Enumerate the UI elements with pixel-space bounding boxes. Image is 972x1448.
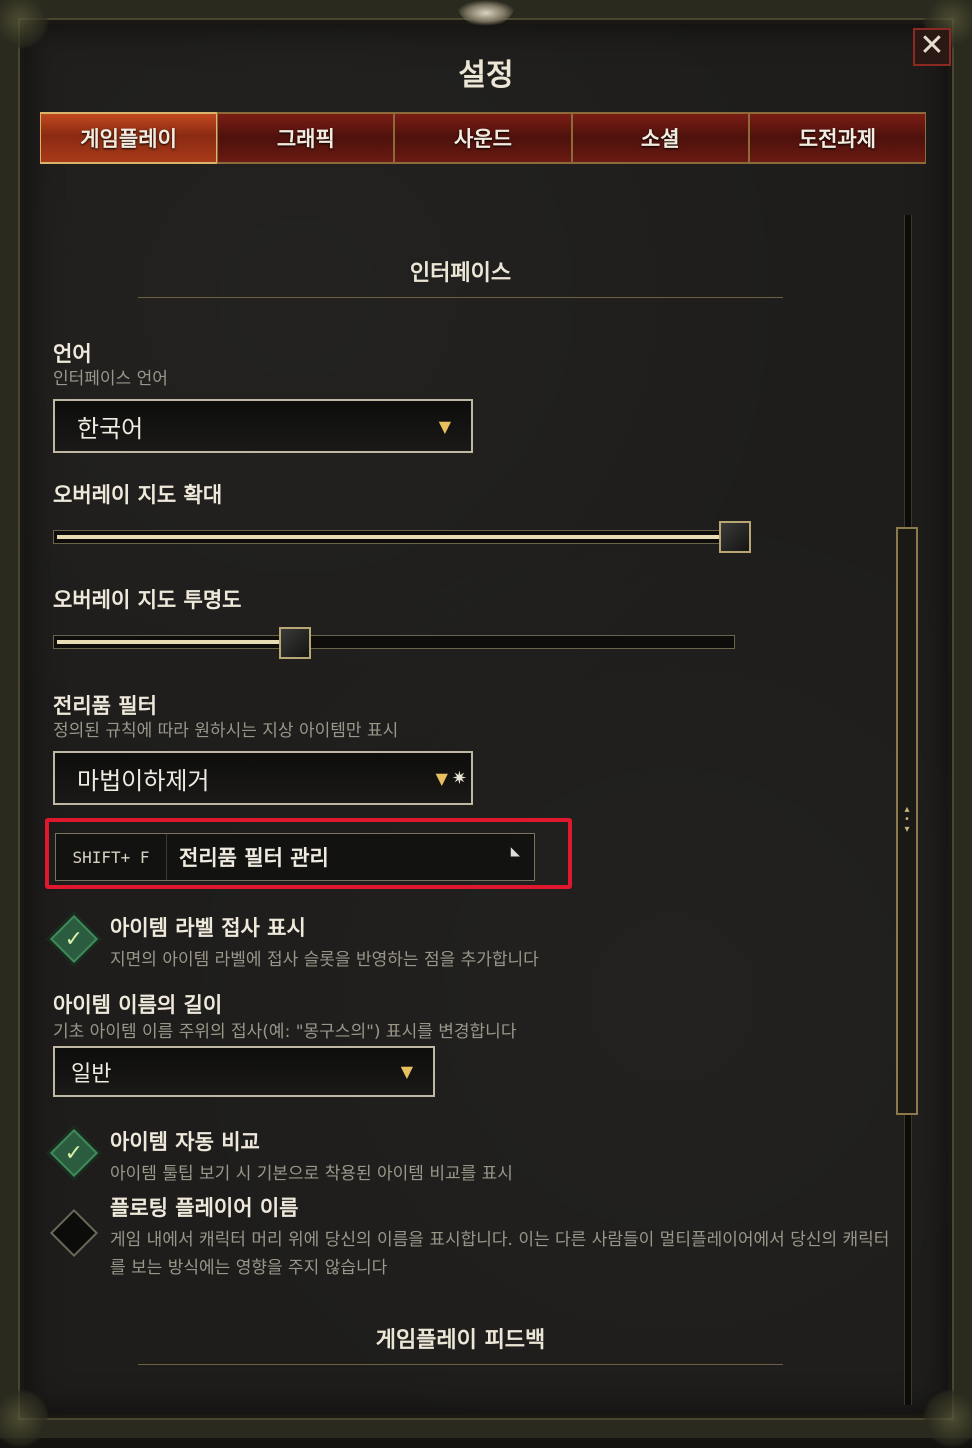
overlay-zoom-label: 오버레이 지도 확대	[53, 483, 223, 507]
item-name-length-label: 아이템 이름의 길이	[53, 993, 223, 1017]
check-icon: ✓	[64, 1140, 84, 1166]
loot-filter-value: 마법이하제거	[77, 766, 210, 795]
check-icon: ✓	[64, 926, 84, 952]
scrollbar-grip-icon: ▴ • ▾	[904, 804, 910, 835]
tab-social[interactable]: 소셜	[571, 112, 749, 164]
hotkey-badge: SHIFT+ F	[56, 834, 167, 880]
slider-fill	[57, 640, 284, 644]
tab-graphics[interactable]: 그래픽	[217, 112, 395, 164]
tab-gameplay[interactable]: 게임플레이	[40, 112, 218, 164]
language-dropdown[interactable]: 한국어 ▼	[53, 399, 473, 453]
corner-arrow-icon: ◣	[510, 844, 520, 858]
slider-handle[interactable]	[279, 627, 312, 659]
item-name-length-desc: 기초 아이템 이름 주위의 접사(예: "몽구스의") 표시를 변경합니다	[53, 1022, 517, 1042]
item-affix-desc: 지면의 아이템 라벨에 접사 슬롯을 반영하는 점을 추가합니다	[110, 950, 539, 970]
loot-filter-dropdown[interactable]: 마법이하제거 ▼ ✷	[53, 751, 473, 805]
item-affix-label: 아이템 라벨 접사 표시	[110, 916, 306, 940]
floating-name-label: 플로팅 플레이어 이름	[110, 1196, 299, 1220]
language-label: 언어	[53, 342, 92, 366]
language-value: 한국어	[77, 414, 144, 443]
auto-compare-label: 아이템 자동 비교	[110, 1130, 260, 1154]
chevron-down-icon: ▼	[435, 768, 448, 788]
close-button[interactable]: ✕	[913, 28, 951, 66]
settings-gear-icon[interactable]: ✷	[452, 768, 471, 789]
section-title-interface: 인터페이스	[138, 255, 783, 298]
loot-filter-manage-label: 전리품 필터 관리	[179, 846, 329, 870]
tab-achievements[interactable]: 도전과제	[748, 112, 927, 164]
slider-fill	[57, 535, 723, 539]
loot-filter-desc: 정의된 규칙에 따라 원하시는 지상 아이템만 표시	[53, 721, 399, 741]
slider-handle[interactable]	[719, 521, 751, 553]
floating-name-desc: 게임 내에서 캐릭터 머리 위에 당신의 이름을 표시합니다. 이는 다른 사람…	[110, 1230, 890, 1278]
item-name-length-value: 일반	[71, 1061, 112, 1087]
window-title: 설정	[458, 58, 514, 93]
corner-ornament	[922, 1388, 972, 1448]
overlay-zoom-slider[interactable]	[53, 530, 735, 544]
tab-sound[interactable]: 사운드	[394, 112, 572, 164]
chevron-down-icon: ▼	[438, 416, 451, 436]
loot-filter-manage-button[interactable]: SHIFT+ F 전리품 필터 관리 ◣	[55, 833, 535, 881]
settings-tabs: 게임플레이 그래픽 사운드 소셜 도전과제	[40, 112, 927, 164]
auto-compare-desc: 아이템 툴팁 보기 시 기본으로 착용된 아이템 비교를 표시	[110, 1164, 513, 1184]
overlay-opacity-label: 오버레이 지도 투명도	[53, 588, 242, 612]
loot-filter-label: 전리품 필터	[53, 694, 157, 718]
section-title-gameplay-feedback: 게임플레이 피드백	[138, 1322, 783, 1365]
language-desc: 인터페이스 언어	[53, 369, 168, 389]
overlay-opacity-slider[interactable]	[53, 635, 735, 649]
chevron-down-icon: ▼	[400, 1062, 413, 1081]
item-name-length-dropdown[interactable]: 일반 ▼	[53, 1046, 435, 1097]
